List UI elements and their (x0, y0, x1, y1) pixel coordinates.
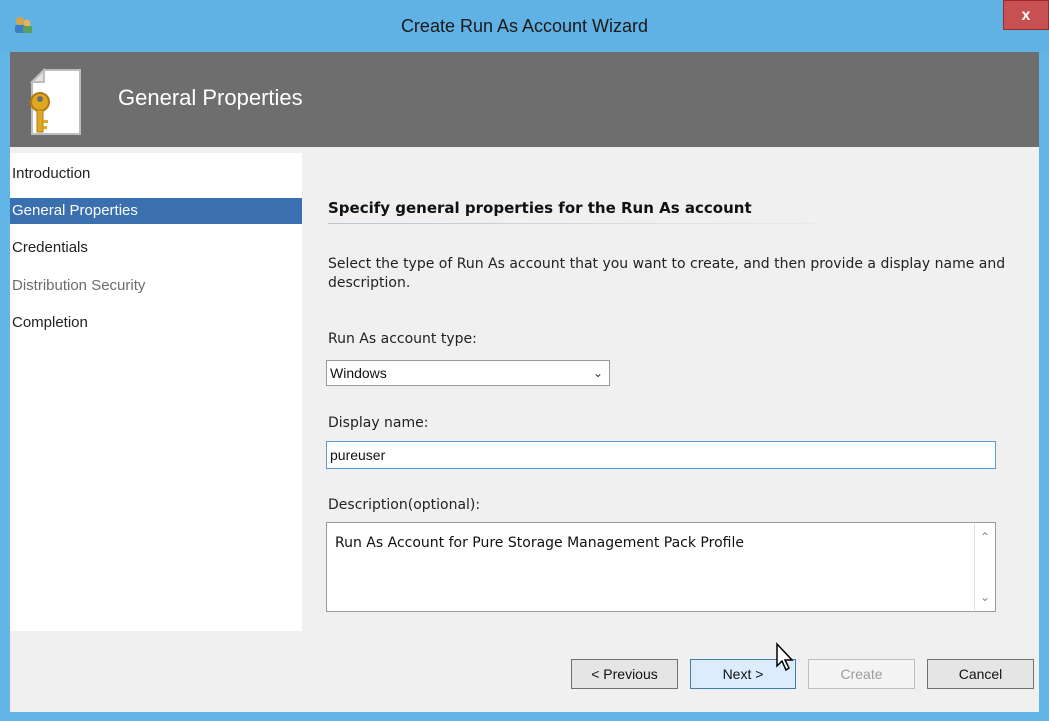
account-type-select[interactable]: Windows ⌄ (326, 360, 610, 386)
scroll-down-icon[interactable]: ⌄ (975, 586, 995, 608)
nav-item-introduction[interactable]: Introduction (10, 161, 302, 187)
chevron-down-icon[interactable]: ⌄ (593, 361, 603, 385)
account-type-value: Windows (330, 365, 387, 381)
description-textarea[interactable]: Run As Account for Pure Storage Manageme… (326, 522, 996, 612)
wizard-header: General Properties (10, 52, 1039, 147)
mouse-pointer-icon (776, 642, 794, 672)
create-button[interactable]: Create (808, 659, 915, 689)
window-title: Create Run As Account Wizard (400, 16, 649, 36)
heading-divider (328, 223, 818, 224)
nav-item-distribution-security[interactable]: Distribution Security (10, 273, 302, 299)
description-scrollbar[interactable]: ⌃ ⌄ (974, 524, 994, 610)
cancel-button[interactable]: Cancel (927, 659, 1034, 689)
description-label: Description(optional): (328, 497, 481, 513)
close-button[interactable]: x (1003, 0, 1049, 30)
intro-text: Select the type of Run As account that y… (328, 256, 1006, 291)
title-bar[interactable]: Create Run As Account Wizard x (0, 0, 1049, 52)
account-type-label: Run As account type: (328, 331, 477, 347)
display-name-input[interactable]: pureuser (326, 441, 996, 469)
wizard-step-nav: Introduction General Properties Credenti… (10, 153, 302, 631)
wizard-content: Introduction General Properties Credenti… (10, 147, 1039, 712)
display-name-label: Display name: (328, 415, 429, 431)
description-text: Run As Account for Pure Storage Manageme… (335, 535, 744, 551)
nav-item-credentials[interactable]: Credentials (10, 235, 302, 261)
wizard-window: Create Run As Account Wizard x General P… (0, 0, 1049, 721)
header-title: General Properties (118, 85, 303, 110)
nav-item-completion[interactable]: Completion (10, 310, 302, 336)
section-heading: Specify general properties for the Run A… (328, 199, 752, 217)
scroll-up-icon[interactable]: ⌃ (975, 526, 995, 548)
nav-item-general-properties[interactable]: General Properties (10, 198, 302, 224)
previous-button[interactable]: < Previous (571, 659, 678, 689)
key-document-icon (29, 68, 81, 135)
